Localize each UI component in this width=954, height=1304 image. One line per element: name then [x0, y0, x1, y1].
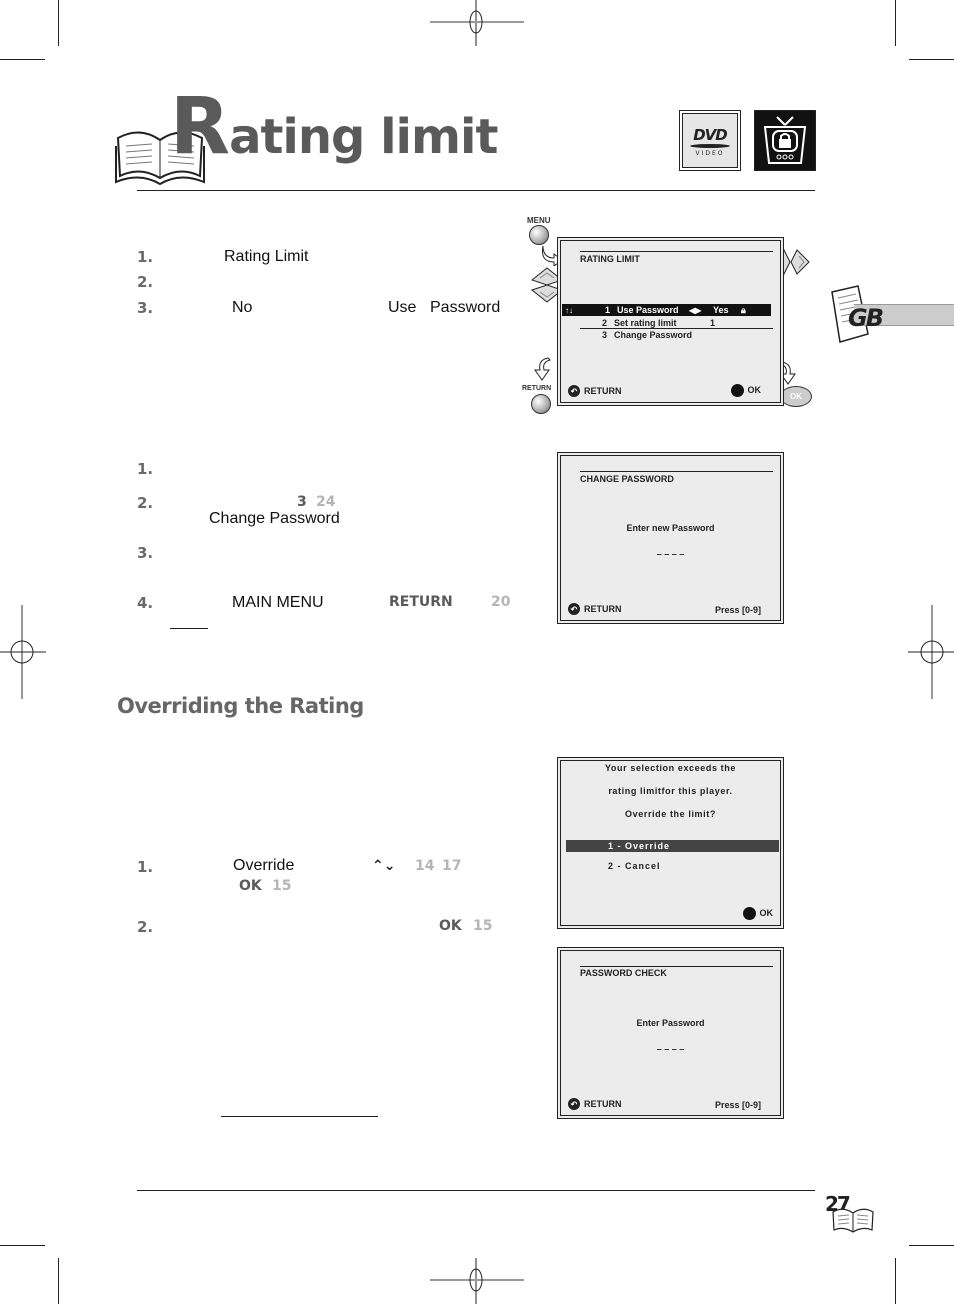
- menu-item-change-password[interactable]: 3 Change Password: [602, 329, 771, 341]
- password-entry-field[interactable]: – – – –: [558, 1044, 783, 1054]
- crop-mark: [895, 0, 896, 46]
- password-entry-field[interactable]: – – – –: [558, 549, 783, 559]
- step-keyword: Change Password: [209, 510, 340, 527]
- return-hint: ↶ RETURN: [568, 603, 622, 615]
- up-down-keys-icon: ⌃⌄: [372, 858, 396, 874]
- language-tab: GB: [828, 284, 954, 344]
- return-hint: ↶ RETURN: [568, 385, 622, 397]
- step-keyword: No: [232, 299, 253, 316]
- crop-mark: [909, 59, 954, 60]
- digit-hint: Press [0-9]: [714, 1100, 761, 1110]
- page-reference: 20: [491, 594, 511, 610]
- button-reference: OK: [239, 878, 262, 894]
- arrow-down-left-icon: [534, 357, 551, 381]
- button-reference: RETURN: [389, 594, 453, 610]
- step-number: 3.: [137, 299, 154, 317]
- step-number: 2.: [137, 918, 154, 936]
- return-hint: ↶ RETURN: [568, 1098, 622, 1110]
- registration-mark-right: [908, 605, 954, 699]
- step-number: 1.: [137, 858, 154, 876]
- title-rest: ating limit: [229, 109, 498, 165]
- page-title: Rating limit: [170, 88, 498, 166]
- return-label: RETURN: [522, 385, 552, 392]
- screen-title: CHANGE PASSWORD: [580, 474, 674, 484]
- cancel-option[interactable]: 2 - Cancel: [566, 860, 779, 872]
- crop-mark: [895, 1258, 896, 1304]
- title-rule: [137, 190, 815, 191]
- crop-mark: [58, 1258, 59, 1304]
- page-reference: 15: [473, 918, 493, 934]
- step-number: 2.: [137, 494, 154, 512]
- dialog-message: Override the limit?: [625, 809, 716, 819]
- open-book-icon: [832, 1208, 874, 1233]
- screen-title: RATING LIMIT: [580, 254, 640, 264]
- ok-dot-icon: [742, 907, 756, 920]
- step-number: 4.: [137, 594, 154, 612]
- step-keyword: Override: [233, 857, 295, 874]
- dvd-video-logo: DVD VIDEO: [679, 110, 741, 171]
- return-button[interactable]: [531, 394, 551, 414]
- section-heading: Overriding the Rating: [117, 694, 364, 718]
- step-number: 1.: [137, 460, 154, 478]
- ok-hint: OK: [742, 907, 773, 920]
- lock-icon: 🔒︎: [741, 304, 746, 315]
- button-reference: 3: [297, 494, 307, 510]
- page-reference: 17: [442, 858, 462, 874]
- screen-title: PASSWORD CHECK: [580, 968, 667, 978]
- registration-mark-bottom: [430, 1258, 524, 1304]
- up-down-arrows-icon: ↑↓: [565, 305, 573, 315]
- page-reference: 14: [415, 858, 435, 874]
- return-icon: ↶: [568, 603, 580, 615]
- dialog-message: Your selection exceeds the: [605, 763, 736, 773]
- right-button[interactable]: [789, 248, 811, 276]
- ok-dot-icon: [730, 384, 744, 397]
- crop-mark: [0, 1245, 45, 1246]
- step-number: 1.: [137, 248, 154, 266]
- dialog-message: rating limitfor this player.: [608, 786, 733, 796]
- step-number: 3.: [137, 544, 154, 562]
- crop-mark: [58, 0, 59, 46]
- override-option[interactable]: 1 - Override: [566, 840, 779, 852]
- step-keyword: Use: [388, 299, 417, 316]
- change-password-screen: CHANGE PASSWORD Enter new Password – – –…: [557, 452, 784, 624]
- underline: [221, 1116, 378, 1117]
- parental-lock-tv-icon: [754, 110, 816, 171]
- step-keyword: Rating Limit: [224, 248, 309, 265]
- password-check-screen: PASSWORD CHECK Enter Password – – – – ↶ …: [557, 947, 784, 1119]
- footer-rule: [137, 1190, 815, 1191]
- ok-hint: OK: [730, 384, 761, 397]
- page-reference: 24: [316, 494, 336, 510]
- button-reference: OK: [439, 918, 462, 934]
- password-prompt: Enter new Password: [626, 523, 715, 533]
- registration-mark-left: [0, 605, 46, 699]
- ok-button[interactable]: OK: [780, 386, 812, 407]
- page-reference: 15: [272, 878, 292, 894]
- menu-button[interactable]: [529, 225, 549, 245]
- step-number: 2.: [137, 273, 154, 291]
- step-keyword: Password: [430, 299, 501, 316]
- registration-mark-top: [430, 0, 524, 46]
- rating-limit-screen: RATING LIMIT ↑↓ 1 Use Password ◀▶ Yes 🔒︎…: [557, 237, 784, 406]
- title-initial: R: [170, 82, 230, 172]
- step-keyword: MAIN MENU: [232, 594, 324, 611]
- override-dialog: Your selection exceeds the rating limitf…: [557, 757, 784, 929]
- crop-mark: [0, 59, 45, 60]
- return-icon: ↶: [568, 385, 580, 397]
- password-prompt: Enter Password: [636, 1018, 705, 1028]
- language-code: GB: [848, 304, 884, 332]
- menu-label: MENU: [527, 216, 551, 225]
- menu-item-use-password[interactable]: ↑↓ 1 Use Password ◀▶ Yes 🔒︎: [562, 304, 771, 316]
- return-icon: ↶: [568, 1098, 580, 1110]
- underline: [170, 628, 208, 629]
- digit-hint: Press [0-9]: [714, 605, 761, 615]
- crop-mark: [909, 1245, 954, 1246]
